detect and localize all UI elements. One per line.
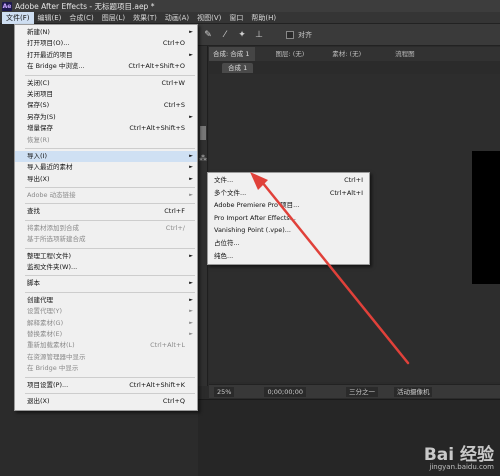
baidu-jingyan-watermark: Bai 经验 jingyan.baidu.com [384, 440, 494, 472]
watermark-url: jingyan.baidu.com [429, 463, 494, 471]
watermark-logo: Bai 经验 [423, 445, 494, 465]
annotation-overlay [250, 172, 410, 365]
red-arrow-line [260, 180, 410, 365]
